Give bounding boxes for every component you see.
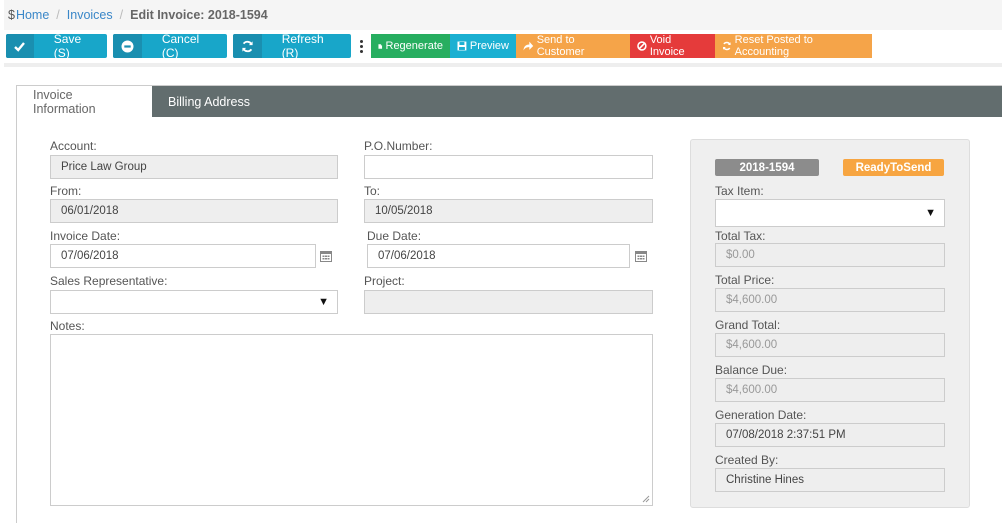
refresh-button-label: Refresh (R) xyxy=(281,34,324,58)
total-tax-field: $0.00 xyxy=(715,243,945,267)
po-number-field[interactable] xyxy=(364,155,653,179)
caret-down-icon: ▼ xyxy=(925,207,936,219)
send-to-customer-button-label: Send to Customer xyxy=(536,34,585,58)
toolbar-divider xyxy=(4,63,1002,67)
generation-date-label: Generation Date: xyxy=(715,408,807,422)
grand-total-field: $4,600.00 xyxy=(715,333,945,357)
void-invoice-button[interactable]: Void Invoice xyxy=(630,34,715,58)
tab-billing-address[interactable]: Billing Address xyxy=(152,86,266,117)
generation-date-field: 07/08/2018 2:37:51 PM xyxy=(715,423,945,447)
save-button[interactable]: Save (S) xyxy=(6,34,107,58)
tab-bar: Invoice Information Billing Address xyxy=(17,86,1002,117)
invoice-number-badge: 2018-1594 xyxy=(715,159,819,176)
due-date-field[interactable] xyxy=(367,244,630,268)
calendar-icon[interactable] xyxy=(320,250,332,262)
resize-grip-icon[interactable] xyxy=(642,495,650,503)
tab-invoice-information[interactable]: Invoice Information xyxy=(17,86,152,117)
regenerate-button-label: Regenerate xyxy=(385,40,444,52)
ban-icon xyxy=(637,41,647,51)
breadcrumb-home-link[interactable]: Home xyxy=(16,8,49,22)
project-label: Project: xyxy=(364,274,405,288)
total-tax-label: Total Tax: xyxy=(715,229,766,243)
breadcrumb-separator: / xyxy=(56,8,60,22)
total-price-value: $4,600.00 xyxy=(726,294,778,306)
from-value: 06/01/2018 xyxy=(61,205,119,217)
check-icon xyxy=(6,34,34,58)
more-options-icon[interactable] xyxy=(357,34,365,58)
tax-item-label: Tax Item: xyxy=(715,184,764,198)
void-invoice-button-label: Void Invoice xyxy=(649,34,685,58)
invoice-date-input[interactable] xyxy=(61,250,315,262)
balance-due-label: Balance Due: xyxy=(715,363,788,377)
refresh-button[interactable]: Refresh (R) xyxy=(233,34,351,58)
total-price-label: Total Price: xyxy=(715,273,775,287)
cancel-button-label: Cancel (C) xyxy=(161,34,200,58)
regenerate-button[interactable]: Regenerate xyxy=(371,34,450,58)
save-button-label: Save (S) xyxy=(53,34,82,58)
sales-rep-select[interactable]: ▼ xyxy=(50,290,338,314)
created-by-field: Christine Hines xyxy=(715,468,945,492)
from-field: 06/01/2018 xyxy=(50,199,338,223)
breadcrumb: $ Home / Invoices / Edit Invoice: 2018-1… xyxy=(4,0,1002,30)
account-field: Price Law Group xyxy=(50,155,338,179)
due-date-label: Due Date: xyxy=(367,229,422,243)
invoice-date-label: Invoice Date: xyxy=(50,229,121,243)
to-field: 10/05/2018 xyxy=(364,199,653,223)
po-number-label: P.O.Number: xyxy=(364,139,433,153)
notes-textarea[interactable] xyxy=(50,334,653,506)
minus-circle-icon xyxy=(113,34,142,58)
cancel-button[interactable]: Cancel (C) xyxy=(113,34,227,58)
reset-posted-button-label: Reset Posted to Accounting xyxy=(734,34,813,58)
toolbar: Save (S) Cancel (C) Refresh (R) Regenera… xyxy=(6,34,872,58)
to-label: To: xyxy=(364,184,381,198)
breadcrumb-separator: / xyxy=(119,8,124,22)
due-date-input[interactable] xyxy=(378,250,629,262)
send-to-customer-button[interactable]: Send to Customer xyxy=(516,34,630,58)
account-value: Price Law Group xyxy=(61,161,147,173)
grand-total-label: Grand Total: xyxy=(715,318,781,332)
breadcrumb-current: Edit Invoice: 2018-1594 xyxy=(130,8,268,22)
balance-due-field: $4,600.00 xyxy=(715,378,945,402)
project-field xyxy=(364,290,653,314)
status-badge: ReadyToSend xyxy=(843,159,944,176)
invoice-date-field[interactable] xyxy=(50,244,316,268)
to-value: 10/05/2018 xyxy=(375,205,433,217)
file-icon xyxy=(378,43,383,49)
created-by-label: Created By: xyxy=(715,453,779,467)
caret-down-icon: ▼ xyxy=(318,296,329,308)
refresh-icon xyxy=(233,34,262,58)
share-arrow-icon xyxy=(523,41,534,51)
dollar-icon: $ xyxy=(8,8,15,22)
breadcrumb-invoices-link[interactable]: Invoices xyxy=(67,8,113,22)
preview-button[interactable]: Preview xyxy=(450,34,516,58)
reset-posted-button[interactable]: Reset Posted to Accounting xyxy=(715,34,872,58)
notes-label: Notes: xyxy=(50,319,85,333)
grand-total-value: $4,600.00 xyxy=(726,339,778,351)
generation-date-value: 07/08/2018 2:37:51 PM xyxy=(726,429,846,441)
po-number-input[interactable] xyxy=(375,161,652,173)
created-by-value: Christine Hines xyxy=(726,474,804,486)
sales-rep-label: Sales Representative: xyxy=(50,274,168,288)
refresh-icon xyxy=(723,41,731,51)
total-price-field: $4,600.00 xyxy=(715,288,945,312)
balance-due-value: $4,600.00 xyxy=(726,384,778,396)
from-label: From: xyxy=(50,184,82,198)
account-label: Account: xyxy=(50,139,97,153)
preview-button-label: Preview xyxy=(469,40,509,52)
total-tax-value: $0.00 xyxy=(726,249,755,261)
tax-item-select[interactable]: ▼ xyxy=(715,199,945,227)
save-file-icon xyxy=(457,41,467,51)
calendar-icon[interactable] xyxy=(635,250,647,262)
